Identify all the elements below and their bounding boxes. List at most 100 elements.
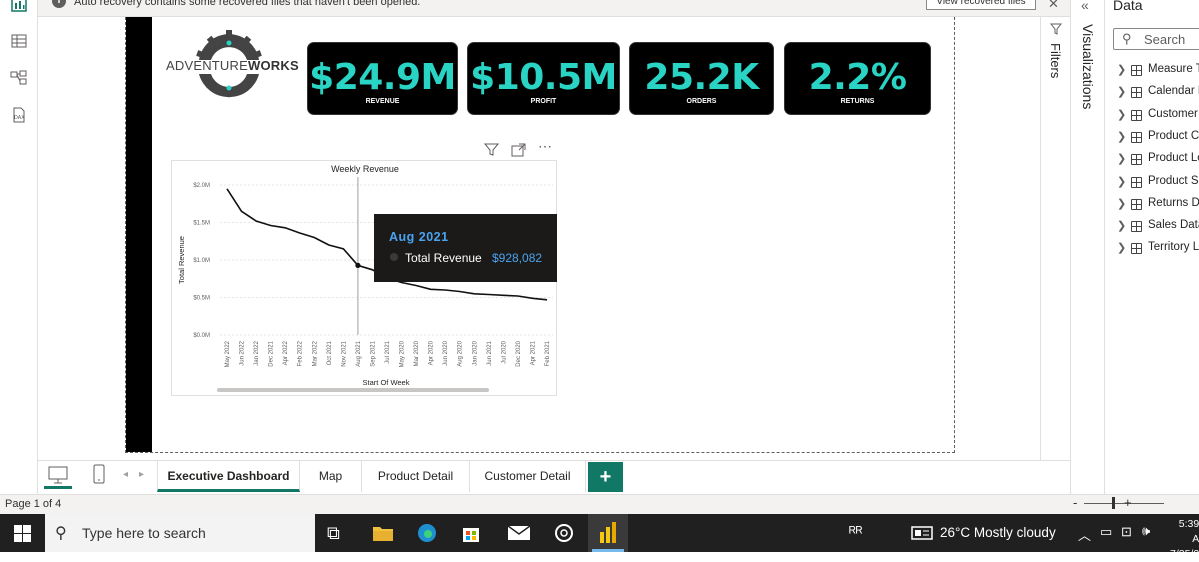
y-tick-label: $1.0M [193,258,210,264]
zoom-in-button[interactable]: + [1124,495,1132,510]
recovery-notification-bar: i Auto recovery contains some recovered … [38,0,1070,17]
x-tick-label: Oct 2021 [327,340,333,365]
chevron-right-icon[interactable]: ❯ [1117,152,1126,165]
taskbar-search-box[interactable]: ⚲ Type here to search [45,514,315,552]
table-icon [1131,154,1142,166]
chart-title: Weekly Revenue [331,164,399,174]
mail-icon[interactable] [507,525,531,541]
table-view-icon[interactable] [10,33,28,49]
table-icon [1131,176,1142,188]
microsoft-store-icon[interactable] [461,523,481,543]
chatgpt-icon[interactable] [553,522,575,544]
data-search-input[interactable]: ⚲ Search [1113,28,1199,50]
tab-customer-detail[interactable]: Customer Detail [470,461,586,492]
data-field-label: Sales Data [1148,219,1199,232]
x-tick-label: Jan 2022 [254,340,260,365]
mobile-layout-icon[interactable] [93,464,105,484]
kpi-label: REVENUE [365,98,400,105]
desktop-layout-indicator [44,486,72,489]
taskbar-search-placeholder: Type here to search [82,525,206,541]
more-options-icon[interactable]: ⋯ [538,138,552,155]
kpi-label: ORDERS [686,98,717,105]
kpi-card-revenue[interactable]: $24.9M REVENUE [307,42,458,115]
x-tick-label: Mar 2020 [414,340,420,366]
scroll-right-icon[interactable]: ▸ [139,469,144,480]
filter-icon [1050,23,1062,35]
people-icon[interactable]: ᴿᴿ [849,524,863,541]
table-icon [1131,109,1142,121]
filters-label: Filters [1048,43,1063,79]
tab-map[interactable]: Map [300,461,362,492]
system-clock[interactable]: 5:39 A 7/25/2 [1170,517,1199,562]
filters-pane[interactable]: Filters [1040,17,1070,460]
zoom-slider-thumb[interactable] [1112,497,1115,509]
tab-executive-dashboard[interactable]: Executive Dashboard [157,461,300,492]
add-page-button[interactable]: + [588,462,623,492]
network-icon[interactable]: ⊡ [1121,524,1132,540]
page-tabs-bar: ◂ ▸ Executive Dashboard Map Product Deta… [38,460,1070,494]
tooltip-title: Aug 2021 [389,230,449,244]
task-view-icon[interactable]: ⧉ [327,523,340,544]
chevron-right-icon[interactable]: ❯ [1117,108,1126,121]
kpi-card-orders[interactable]: 25.2K ORDERS [629,42,774,115]
logo-wordmark: ADVENTUREWORKS [166,58,299,73]
edge-browser-icon[interactable] [417,523,437,543]
file-explorer-icon[interactable] [372,524,394,542]
search-placeholder: Search [1144,32,1186,47]
page-indicator: Page 1 of 4 [5,498,62,510]
data-field-label: Territory Lo [1148,241,1199,254]
chevron-right-icon[interactable]: ❯ [1117,197,1126,210]
report-side-band [126,17,152,452]
tooltip-series-name: Total Revenue [405,251,482,265]
view-recovered-files-button[interactable]: View recovered files [926,0,1036,10]
kpi-value: 2.2% [808,57,907,98]
y-tick-label: $1.5M [193,221,210,227]
data-field-label: Customer [1148,107,1198,120]
chevron-up-icon[interactable]: ︿ [1078,525,1091,544]
table-icon [1131,131,1142,143]
battery-icon[interactable]: ▭ [1100,524,1112,540]
filter-icon[interactable] [484,142,499,157]
chevron-right-icon[interactable]: ❯ [1117,219,1126,232]
chevron-right-icon[interactable]: ❯ [1117,241,1126,254]
close-icon[interactable]: ✕ [1048,0,1059,12]
windows-taskbar: ⚲ Type here to search ⧉ ᴿᴿ 26°C Mostly c… [0,514,1199,560]
weather-text[interactable]: 26°C Mostly cloudy [940,525,1056,540]
scroll-left-icon[interactable]: ◂ [123,469,128,480]
focus-mode-icon[interactable] [511,143,526,157]
y-tick-label: $0.5M [193,296,210,302]
kpi-value: 25.2K [644,57,759,98]
expand-pane-icon[interactable]: « [1081,0,1089,13]
x-tick-label: Jun 2022 [240,340,246,365]
zoom-out-button[interactable]: - [1073,495,1077,510]
tab-product-detail[interactable]: Product Detail [362,461,470,492]
chevron-right-icon[interactable]: ❯ [1117,63,1126,76]
x-tick-label: Apr 2020 [429,340,435,365]
volume-icon[interactable]: 🕪 [1142,523,1150,539]
table-icon [1131,65,1142,76]
chevron-right-icon[interactable]: ❯ [1117,175,1126,188]
data-pane-title: Data [1113,0,1143,13]
search-icon: ⚲ [1122,31,1132,46]
report-view-icon[interactable] [10,0,28,12]
x-tick-label: Aug 2020 [458,340,464,366]
chevron-right-icon[interactable]: ❯ [1117,85,1126,98]
kpi-label: PROFIT [530,98,557,105]
table-icon [1131,221,1142,233]
model-view-icon[interactable] [10,70,28,86]
windows-start-icon[interactable] [14,525,31,542]
power-bi-taskbar-button[interactable] [588,514,628,552]
chevron-right-icon[interactable]: ❯ [1117,130,1126,143]
data-field-label: Returns Da [1148,196,1199,209]
kpi-card-returns[interactable]: 2.2% RETURNS [784,42,931,115]
status-bar: Page 1 of 4 - + [0,494,1199,514]
dax-query-view-icon[interactable]: DAX [10,107,28,123]
kpi-card-profit[interactable]: $10.5M PROFIT [467,42,620,115]
x-tick-label: Jun 2021 [487,340,493,365]
visualizations-pane[interactable]: « Visualizations [1070,0,1104,494]
desktop-layout-icon[interactable] [48,466,68,484]
news-widget-icon[interactable] [911,526,933,540]
kpi-value: $10.5M [470,57,617,98]
table-icon [1131,87,1142,99]
x-tick-label: Nov 2021 [341,340,347,366]
